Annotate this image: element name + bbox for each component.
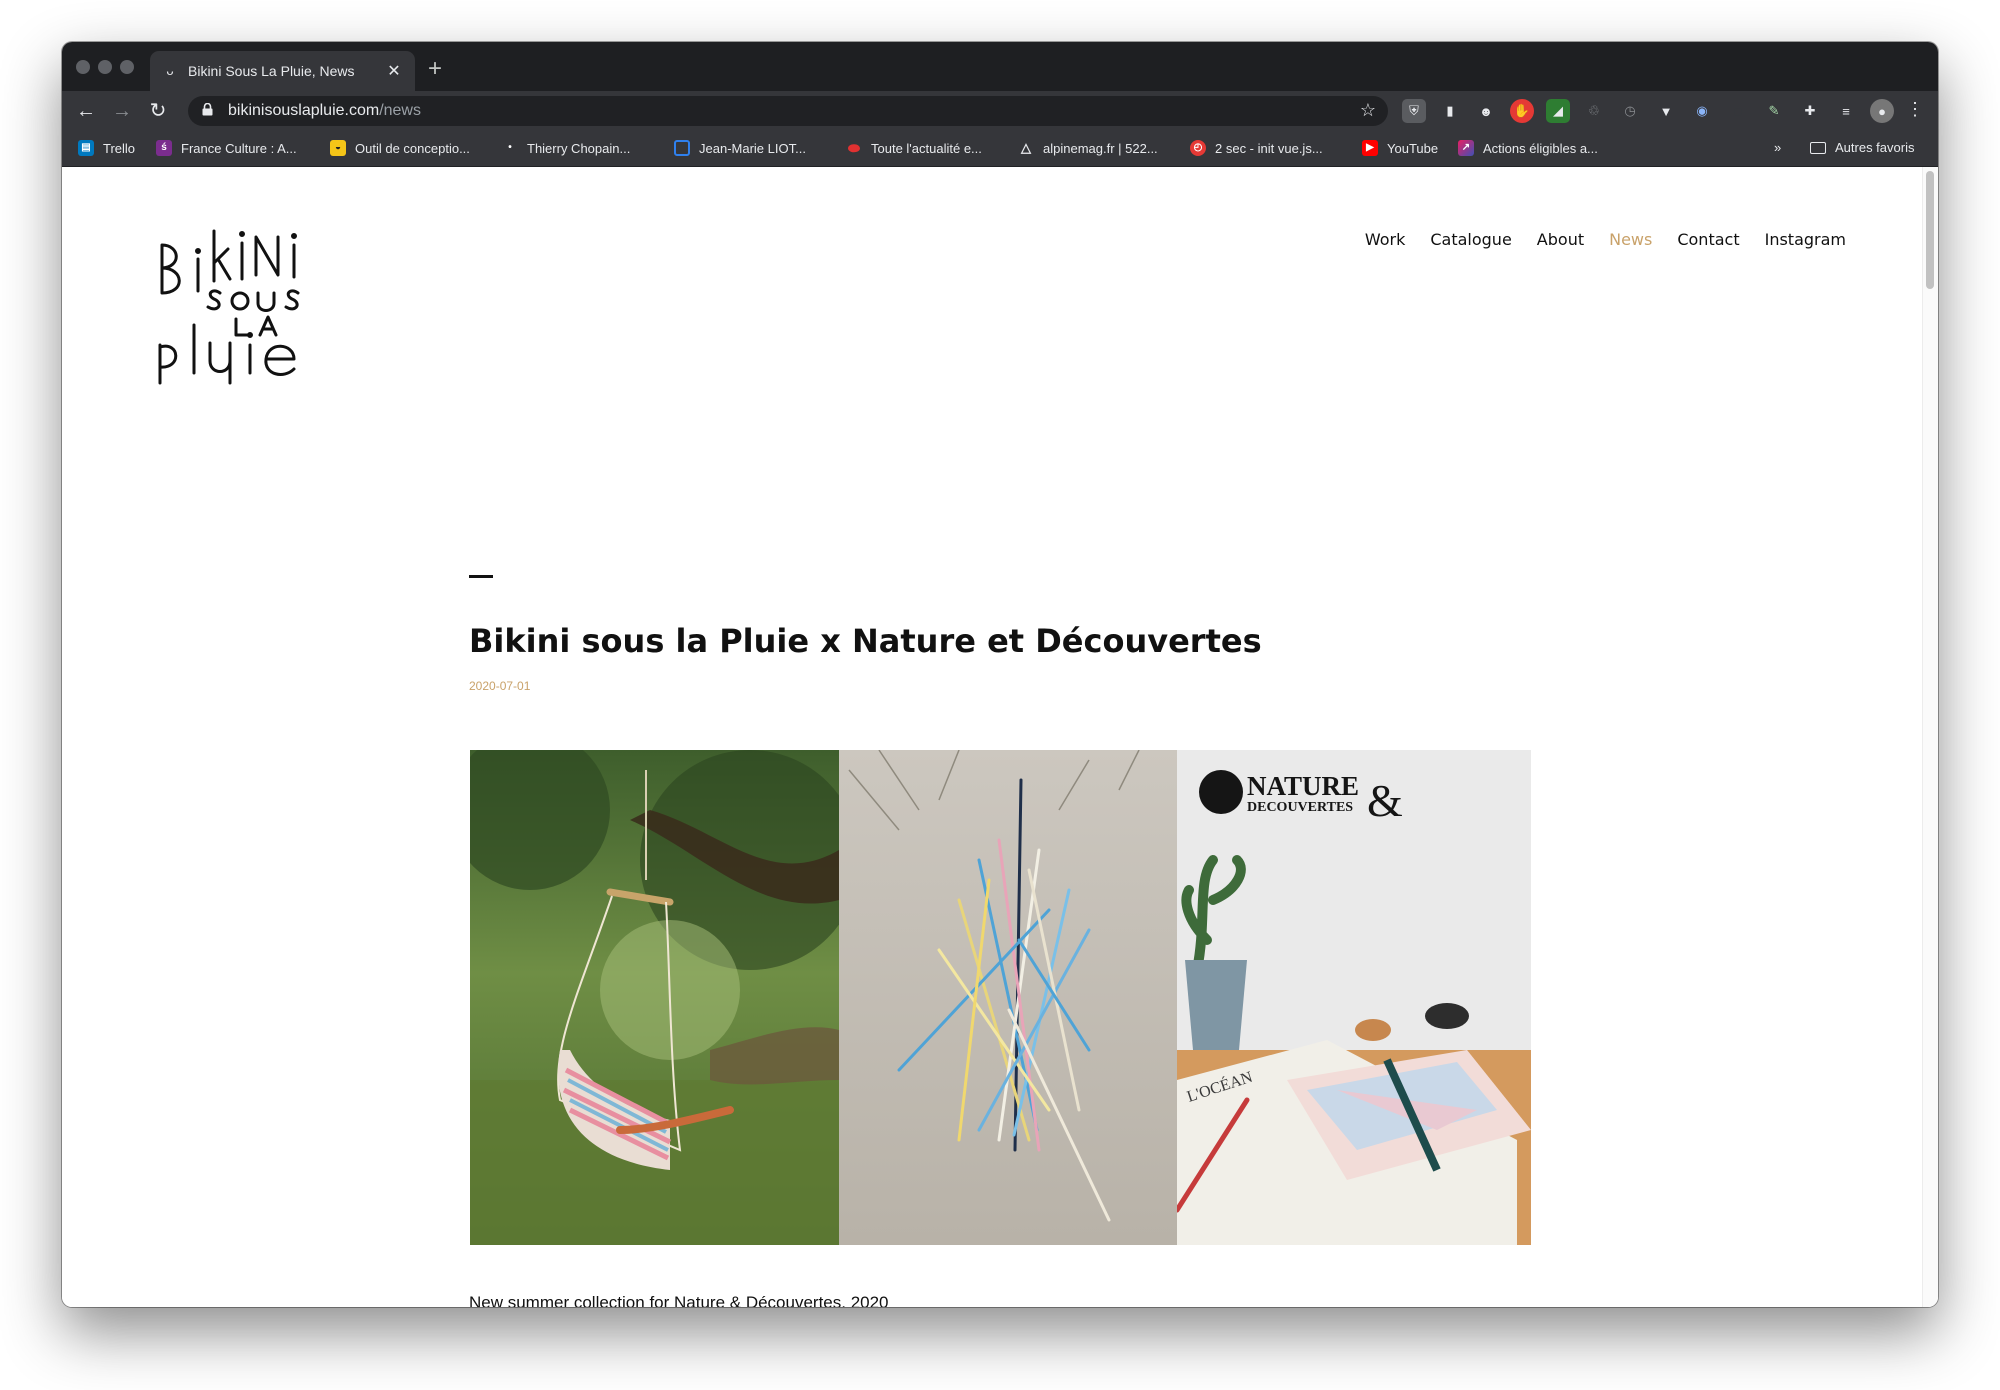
address-bar[interactable]: bikinisouslapluie.com /news ☆	[188, 96, 1388, 126]
post-date: 2020-07-01	[469, 679, 531, 693]
green-extension-icon[interactable]: ◢	[1546, 99, 1570, 123]
mountain-icon: △	[1021, 140, 1031, 155]
other-bookmarks-label: Autres favoris	[1835, 140, 1915, 155]
bookmarks-overflow-button[interactable]: »	[1774, 140, 1781, 155]
blank-extension-icon[interactable]: ■	[1726, 99, 1750, 123]
design-tool-icon: ◒	[330, 140, 346, 156]
other-bookmarks-folder[interactable]: Autres favoris	[1810, 140, 1914, 155]
back-button[interactable]: ←	[74, 99, 98, 123]
extensions-row: ⛨ ▮ ☻ ✋ ◢ ♲ ◷ ▼ ◉ ■ ✎ ✚ ≡ ●	[1402, 99, 1894, 123]
nav-work[interactable]: Work	[1365, 230, 1406, 249]
bookmark-item[interactable]: △ alpinemag.fr | 522...	[1018, 140, 1158, 156]
bookmark-label: France Culture : A...	[181, 140, 297, 156]
bookmark-label: Trello	[103, 140, 136, 156]
nav-news[interactable]: News	[1609, 230, 1652, 249]
page-scrollbar[interactable]	[1922, 167, 1938, 1307]
avatar[interactable]: ●	[1870, 99, 1894, 123]
hand-extension-icon[interactable]: ✋	[1510, 99, 1534, 123]
nav-instagram[interactable]: Instagram	[1765, 230, 1846, 249]
dot-icon: •	[508, 142, 512, 153]
lips-icon: ⬬	[848, 140, 860, 156]
youtube-icon: ▶	[1362, 140, 1378, 156]
media-queue-icon[interactable]: ≡	[1834, 99, 1858, 123]
page-viewport: Work Catalogue About News Contact Instag…	[62, 167, 1938, 1307]
bookmark-item[interactable]: ◴ 2 sec - init vue.js...	[1190, 140, 1323, 156]
square-outline-icon	[674, 140, 690, 156]
close-window-button[interactable]	[76, 60, 90, 74]
bikini-icon: ᴗ	[166, 63, 174, 78]
bookmark-item[interactable]: ↗ Actions éligibles a...	[1458, 140, 1598, 156]
clock-extension-icon[interactable]: ◷	[1618, 99, 1642, 123]
main-nav: Work Catalogue About News Contact Instag…	[1365, 230, 1846, 249]
more-menu-icon[interactable]: ⋮	[1906, 99, 1924, 120]
bookmark-label: alpinemag.fr | 522...	[1043, 140, 1158, 156]
browser-window: ᴗ Bikini Sous La Pluie, News ✕ + ← → ↻ b…	[62, 42, 1938, 1307]
bookmark-item[interactable]: Jean-Marie LIOT...	[674, 140, 806, 156]
new-tab-button[interactable]: +	[428, 55, 442, 83]
forward-button[interactable]: →	[110, 99, 134, 123]
nav-about[interactable]: About	[1537, 230, 1584, 249]
pen-extension-icon[interactable]: ✎	[1762, 99, 1786, 123]
bookmark-item[interactable]: ◒ Outil de conceptio...	[330, 140, 470, 156]
url-host: bikinisouslapluie.com	[228, 102, 380, 119]
shield-extension-icon[interactable]: ⛨	[1402, 99, 1426, 123]
overflow-label: »	[1774, 140, 1782, 155]
bookmark-label: YouTube	[1387, 140, 1439, 156]
face-extension-icon[interactable]: ☻	[1474, 99, 1498, 123]
zoom-window-button[interactable]	[120, 60, 134, 74]
bookmark-star-icon[interactable]: ☆	[1360, 100, 1376, 121]
brand-line1-text: NATURE	[1247, 771, 1359, 801]
nav-catalogue[interactable]: Catalogue	[1430, 230, 1511, 249]
bookmarks-bar: ▤ Trello ś France Culture : A... ◒ Outil…	[62, 131, 1938, 167]
bookmark-label: Actions éligibles a...	[1483, 140, 1598, 156]
nav-contact[interactable]: Contact	[1677, 230, 1739, 249]
bars-extension-icon[interactable]: ▮	[1438, 99, 1462, 123]
reload-button[interactable]: ↻	[146, 99, 170, 123]
bookmark-item[interactable]: ▤ Trello	[78, 140, 135, 156]
scrollbar-thumb[interactable]	[1926, 171, 1934, 289]
bookmark-label: Thierry Chopain...	[527, 140, 631, 156]
tab-title: Bikini Sous La Pluie, News	[188, 63, 355, 79]
arrow-logo-icon: ↗	[1458, 140, 1474, 156]
bookmark-label: 2 sec - init vue.js...	[1215, 140, 1323, 156]
recycle-extension-icon[interactable]: ♲	[1582, 99, 1606, 123]
tab-active[interactable]: ᴗ Bikini Sous La Pluie, News ✕	[150, 51, 415, 91]
lock-icon	[202, 102, 216, 119]
v-extension-icon[interactable]: ▼	[1654, 99, 1678, 123]
folder-icon	[1810, 141, 1826, 154]
trello-icon: ▤	[78, 140, 94, 156]
post-title[interactable]: Bikini sous la Pluie x Nature et Découve…	[469, 622, 1262, 660]
puzzle-icon[interactable]: ✚	[1798, 99, 1822, 123]
minimize-window-button[interactable]	[98, 60, 112, 74]
bookmark-item[interactable]: • Thierry Chopain...	[502, 140, 630, 156]
bookmark-label: Toute l'actualité e...	[871, 140, 982, 156]
tab-strip: ᴗ Bikini Sous La Pluie, News ✕ +	[62, 42, 1938, 91]
title-dash-divider	[469, 575, 493, 578]
france-culture-icon: ś	[156, 140, 172, 156]
mikado-photo	[839, 750, 1177, 1245]
bookmark-item[interactable]: ▶ YouTube	[1362, 140, 1438, 156]
toolbar: ← → ↻ bikinisouslapluie.com /news ☆ ⛨ ▮ …	[62, 91, 1938, 131]
hammock-photo	[470, 750, 839, 1245]
url-path: /news	[379, 102, 421, 119]
brand-ampersand-text: &	[1367, 775, 1403, 826]
logo-mark	[158, 229, 300, 385]
nature-decouvertes-photo: NATURE DECOUVERTES & L'OCÉAN	[1177, 750, 1531, 1245]
bookmark-item[interactable]: ś France Culture : A...	[156, 140, 297, 156]
bookmark-label: Outil de conceptio...	[355, 140, 470, 156]
site-logo[interactable]	[154, 215, 334, 385]
brand-line2-text: DECOUVERTES	[1247, 800, 1353, 815]
bookmark-label: Jean-Marie LIOT...	[699, 140, 806, 156]
post-image-collage[interactable]: NATURE DECOUVERTES & L'OCÉAN	[470, 750, 1531, 1245]
bookmark-item[interactable]: ⬬ Toute l'actualité e...	[846, 140, 982, 156]
post-excerpt: New summer collection for Nature & Décou…	[469, 1293, 889, 1307]
timer-icon: ◴	[1190, 140, 1206, 156]
close-icon[interactable]: ✕	[385, 61, 403, 81]
blue-circle-extension-icon[interactable]: ◉	[1690, 99, 1714, 123]
